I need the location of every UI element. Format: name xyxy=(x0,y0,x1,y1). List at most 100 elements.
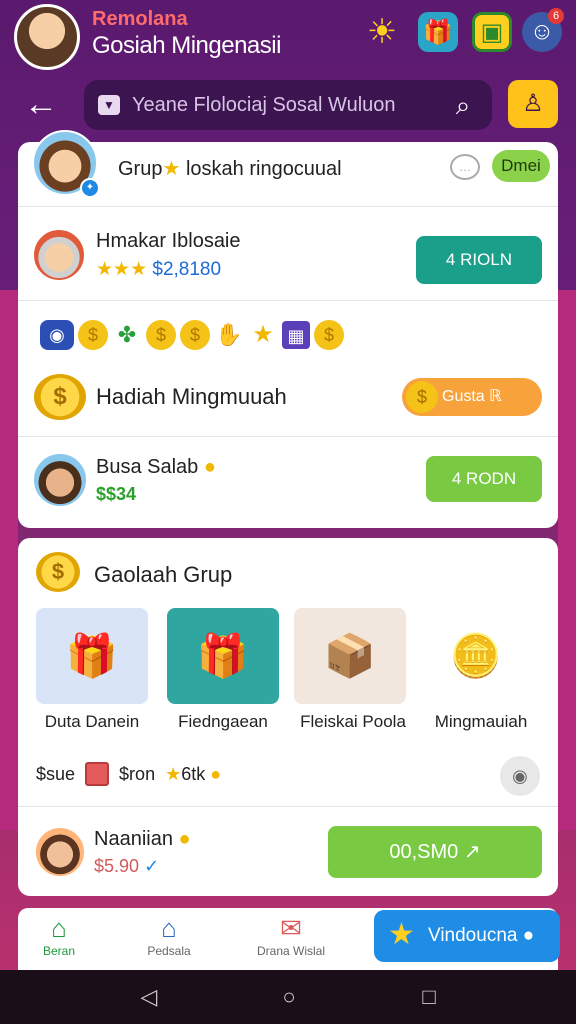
hand-icon: ✋ xyxy=(215,322,243,347)
coin-icon: ● xyxy=(210,763,222,784)
check-icon: ✓ xyxy=(144,856,160,876)
reward-tile[interactable]: 📦 xyxy=(294,608,406,704)
reward-tile-label: Fiedngaean xyxy=(178,712,268,731)
player-name-text: Naaniian xyxy=(94,828,173,850)
tab-label: Drana Wislal xyxy=(256,944,325,958)
tab-shop[interactable]: ⌂ Pedsala xyxy=(114,912,224,958)
tab-home[interactable]: ⌂ Beran xyxy=(4,912,114,958)
notification-badge: 6 xyxy=(548,8,564,24)
app-subtitle: Gosiah Mingenasii xyxy=(92,32,281,59)
coin-icon: $ xyxy=(146,320,176,350)
robot-icon[interactable]: ◉ xyxy=(500,756,540,796)
reward-tile-label: Fleiskai Poola xyxy=(300,712,406,731)
player-score: $$34 xyxy=(96,484,137,504)
user-profile-button[interactable]: ♙ xyxy=(508,80,558,128)
meta-value-b: $ron xyxy=(119,763,156,784)
player-action-button[interactable]: 4 RIOLN xyxy=(416,236,542,284)
divider xyxy=(18,206,558,207)
player-action-button[interactable]: 00,SM0 ↗ xyxy=(328,826,542,878)
shop-icon: ⌂ xyxy=(161,913,177,943)
coin-icon: $ xyxy=(78,320,108,350)
rating-stars: ★★★ xyxy=(96,259,148,280)
group-title-prefix: Grup xyxy=(118,158,163,180)
meta-value-a: $sue xyxy=(36,763,76,784)
shop-icon[interactable]: ▣ xyxy=(472,12,512,52)
bookmark-icon: ▼ xyxy=(98,95,120,115)
cta-button[interactable]: ★ Vindoucna ● xyxy=(374,910,560,962)
reward-tile-label: Duta Danein xyxy=(44,712,140,731)
gift-icon: ✉ xyxy=(280,913,302,943)
coin-icon: ● xyxy=(203,456,216,478)
group-title: Grup★ loskah ringocuual xyxy=(118,156,342,181)
coin-icon: $ xyxy=(36,552,80,592)
character-icon: 🪙 xyxy=(449,631,503,679)
tab-label: Beran xyxy=(42,944,76,958)
player-score: $5.90 ✓ xyxy=(94,856,159,877)
home-circle-icon[interactable]: ○ xyxy=(274,982,304,1012)
reward-icon-strip: ◉ $ ✤ $ $ ✋ ★ ▦ $ xyxy=(40,318,344,352)
divider xyxy=(18,436,558,437)
coin-icon: $ xyxy=(406,381,438,413)
player-name: Hmakar Iblosaie xyxy=(96,230,241,252)
search-icon[interactable]: ⌕ xyxy=(446,88,480,122)
group-pill-button[interactable]: Dmei xyxy=(492,150,550,182)
notification-icon[interactable]: ☺ 6 xyxy=(522,8,564,52)
player-name: Naaniian ● xyxy=(94,828,191,851)
player-action-button[interactable]: 4 RODN xyxy=(426,456,542,502)
user-avatar[interactable] xyxy=(14,4,80,70)
app-header: Remolana Gosiah Mingenasii ☀ 🎁 ▣ ☺ 6 xyxy=(0,0,576,74)
bottom-tab-bar: ⌂ Beran ⌂ Pedsala ✉ Drana Wislal ★ Vindo… xyxy=(18,908,560,970)
meta-value-c: 6tk xyxy=(181,763,206,784)
search-row: ← ▼ Yeane Flolociaj Sosal Wuluon ⌕ ♙ xyxy=(0,80,576,130)
gift-icon[interactable]: 🎁 xyxy=(418,12,458,52)
coin-icon: $ xyxy=(34,374,86,420)
divider xyxy=(18,300,558,301)
group-rewards-card: $ Gaolaah Grup 🎁 🎁 📦 🪙 Duta Danein Fiedn… xyxy=(18,538,558,896)
star-icon: ★ xyxy=(165,763,182,784)
player-avatar xyxy=(32,228,86,282)
reward-tile-label: Mingmauiah xyxy=(434,712,528,731)
side-stripe-right xyxy=(558,290,576,830)
group-title-suffix: loskah ringocuual xyxy=(185,158,342,180)
back-arrow-icon[interactable]: ← xyxy=(24,84,58,124)
reward-tile[interactable]: 🪙 xyxy=(420,608,532,704)
coin-icon: $ xyxy=(180,320,210,350)
gift-box-icon: 🎁 xyxy=(65,631,119,679)
search-input[interactable]: ▼ Yeane Flolociaj Sosal Wuluon ⌕ xyxy=(84,80,492,130)
gift-box-icon: 🎁 xyxy=(196,631,250,679)
cube-icon: ▦ xyxy=(282,321,310,349)
clover-icon: ✤ xyxy=(117,322,137,347)
star-icon: ★ xyxy=(252,321,274,348)
coin-icon: $ xyxy=(314,320,344,350)
search-placeholder: Yeane Flolociaj Sosal Wuluon xyxy=(132,93,396,116)
chat-icon[interactable]: … xyxy=(450,154,480,180)
player-score: ★★★ $2,8180 xyxy=(96,258,221,281)
app-name: Remolana xyxy=(92,8,188,30)
weekly-reward-button-label: Gusta ℝ xyxy=(442,388,502,405)
system-nav-bar: ◁ ○ □ xyxy=(0,970,576,1024)
star-icon: ★ xyxy=(162,158,181,180)
home-icon: ⌂ xyxy=(51,913,67,943)
weekly-reward-title: Hadiah Mingmuuah xyxy=(96,384,287,409)
back-icon[interactable]: ◁ xyxy=(134,982,164,1012)
group-rewards-title: Gaolaah Grup xyxy=(94,562,233,587)
card-icon xyxy=(85,762,110,786)
recent-apps-icon[interactable]: □ xyxy=(414,982,444,1012)
weekly-reward-button[interactable]: $ Gusta ℝ xyxy=(402,378,542,416)
coin-icon: ● xyxy=(178,828,191,850)
player-name: Busa Salab ● xyxy=(96,456,216,479)
reward-tile[interactable]: 🎁 xyxy=(36,608,148,704)
divider xyxy=(18,806,558,807)
player-avatar xyxy=(32,452,88,508)
tab-gift[interactable]: ✉ Drana Wislal xyxy=(236,912,346,958)
sun-icon[interactable]: ☀ xyxy=(362,12,402,52)
robot-icon: ◉ xyxy=(40,320,74,350)
player-name-text: Busa Salab xyxy=(96,456,199,478)
side-stripe-left xyxy=(0,290,18,830)
leaderboard-card: ✦ Grup★ loskah ringocuual … Dmei Hmakar … xyxy=(18,130,558,528)
cta-label: Vindoucna xyxy=(428,925,518,946)
crate-icon: 📦 xyxy=(323,631,377,679)
reward-tile[interactable]: 🎁 xyxy=(167,608,279,704)
verified-icon: ✦ xyxy=(80,178,100,198)
group-rewards-meta: $sue $ron ★6tk ● xyxy=(36,762,221,786)
